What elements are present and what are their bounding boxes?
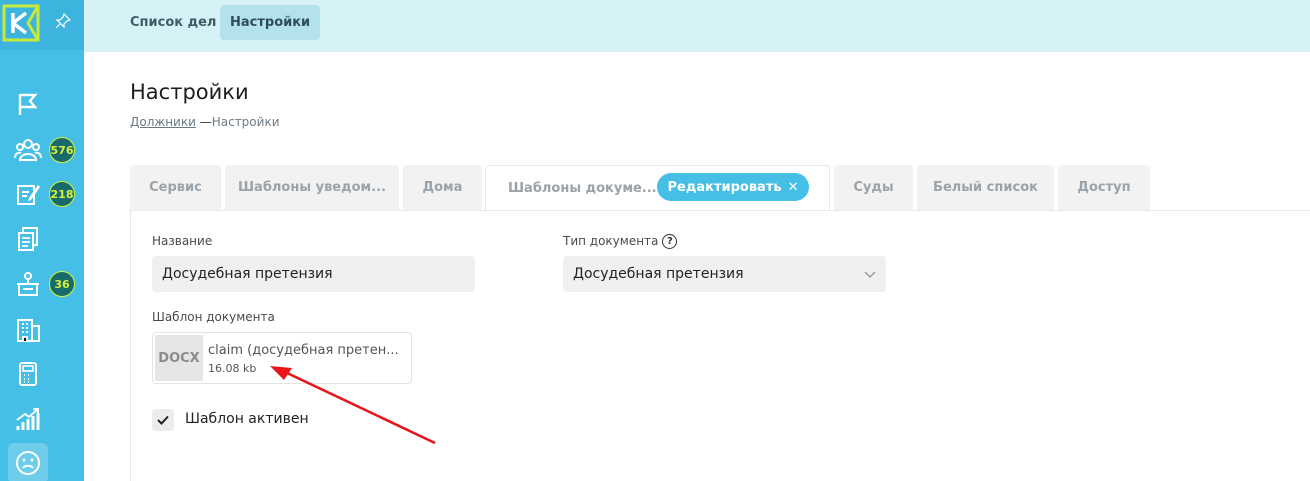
- breadcrumb-separator: —: [199, 115, 212, 129]
- nav-flag-icon[interactable]: [8, 84, 48, 124]
- tasks-count-badge: 218: [49, 181, 75, 207]
- template-active-checkbox[interactable]: [152, 409, 174, 431]
- nav-calculator-icon[interactable]: [8, 354, 48, 394]
- doc-type-value: Досудебная претензия: [573, 266, 744, 282]
- courts-count-badge: 36: [49, 271, 75, 297]
- edit-template-pill[interactable]: Редактировать ✕: [657, 173, 809, 201]
- breadcrumb-current: Настройки: [211, 115, 280, 129]
- template-file-card[interactable]: DOCX claim (досудебная претен... 16.08 k…: [152, 332, 412, 384]
- settings-tabs: Сервис Шаблоны уведом... Дома Шаблоны до…: [130, 165, 1310, 210]
- help-icon[interactable]: ?: [662, 234, 678, 249]
- edit-pill-label: Редактировать: [667, 179, 782, 195]
- nav-tasks-icon[interactable]: [8, 174, 48, 214]
- file-name: claim (досудебная претен...: [208, 343, 399, 358]
- tab-service[interactable]: Сервис: [130, 165, 221, 210]
- file-size: 16.08 kb: [208, 362, 257, 375]
- tab-houses[interactable]: Дома: [403, 165, 482, 210]
- doc-type-select[interactable]: Досудебная претензия: [563, 256, 886, 292]
- name-input[interactable]: Досудебная претензия: [152, 256, 475, 292]
- docx-file-icon: DOCX: [155, 335, 203, 381]
- top-tab-settings[interactable]: Настройки: [220, 5, 321, 40]
- nav-courts-icon[interactable]: [8, 264, 48, 304]
- checkmark-icon: [157, 415, 169, 425]
- sidebar: 576 218 36: [0, 0, 84, 481]
- pin-icon[interactable]: [55, 13, 71, 29]
- page-title: Настройки: [130, 80, 249, 104]
- breadcrumb-link-debtors[interactable]: Должники: [130, 115, 196, 129]
- top-tab-case-list[interactable]: Список дел: [120, 5, 226, 40]
- tab-whitelist[interactable]: Белый список: [917, 165, 1054, 210]
- nav-debtors-icon[interactable]: [8, 130, 48, 170]
- debtors-count-badge: 576: [49, 137, 75, 163]
- close-icon[interactable]: ✕: [788, 180, 799, 195]
- nav-documents-icon[interactable]: [8, 219, 48, 259]
- tab-access[interactable]: Доступ: [1058, 165, 1150, 210]
- tab-document-templates-label: Шаблоны докуме...: [508, 180, 657, 196]
- breadcrumb: Должники —Настройки: [130, 115, 280, 129]
- logo-icon[interactable]: [2, 4, 40, 42]
- topbar: Список дел Настройки: [84, 0, 1310, 52]
- tab-courts[interactable]: Суды: [834, 165, 913, 210]
- template-active-label: Шаблон активен: [185, 411, 309, 427]
- nav-buildings-icon[interactable]: [8, 310, 48, 350]
- nav-feedback-icon[interactable]: [8, 443, 48, 481]
- doc-type-label: Тип документа: [563, 234, 659, 248]
- template-label: Шаблон документа: [152, 310, 275, 324]
- name-label: Название: [152, 234, 213, 248]
- doc-type-label-wrap: Тип документа?: [563, 234, 678, 249]
- chevron-down-icon: [864, 271, 876, 279]
- tab-notification-templates[interactable]: Шаблоны уведом...: [225, 165, 399, 210]
- nav-analytics-icon[interactable]: [8, 399, 48, 439]
